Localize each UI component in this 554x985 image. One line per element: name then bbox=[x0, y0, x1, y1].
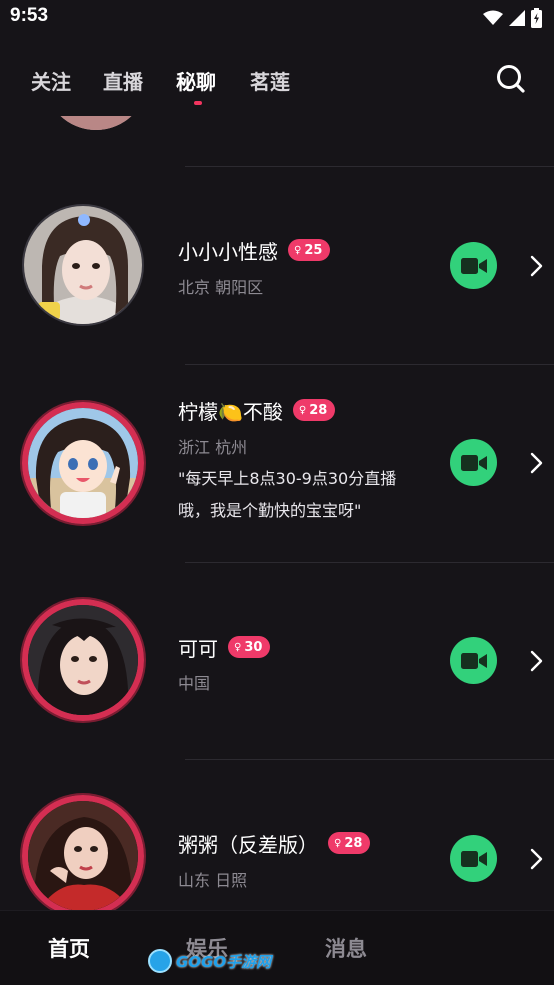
user-name: 粥粥（反差版） bbox=[178, 832, 318, 857]
bottom-tab-home[interactable]: 首页 bbox=[48, 933, 90, 963]
user-location: 中国 bbox=[178, 674, 211, 693]
active-tab-indicator bbox=[194, 101, 202, 105]
tab-follow[interactable]: 关注 bbox=[31, 66, 71, 95]
name-row: 可可 ♀ 30 bbox=[178, 632, 271, 662]
divider bbox=[185, 166, 554, 167]
tab-minglian[interactable]: 茗莲 bbox=[250, 66, 290, 95]
video-camera-icon bbox=[460, 850, 487, 867]
bottom-nav: 首页 娱乐 消息 GOGO手游网 bbox=[0, 910, 554, 985]
female-icon: ♀ bbox=[294, 244, 302, 256]
user-bio: "每天早上8点30-9点30分直播 哦，我是个勤快的宝宝呀" bbox=[178, 463, 428, 527]
bio-line: "每天早上8点30-9点30分直播 bbox=[178, 469, 397, 488]
age-value: 25 bbox=[304, 242, 323, 258]
user-location: 山东 日照 bbox=[178, 871, 248, 890]
avatar-live[interactable] bbox=[22, 599, 144, 721]
video-call-button[interactable] bbox=[450, 242, 497, 289]
list-item-user-2[interactable]: 柠檬🍋不酸 ♀ 28 浙江 杭州 "每天早上8点30-9点30分直播 哦，我是个… bbox=[0, 364, 554, 562]
name-row: 柠檬🍋不酸 ♀ 28 bbox=[178, 395, 336, 425]
avatar-live[interactable] bbox=[22, 795, 144, 917]
video-call-button[interactable] bbox=[450, 637, 497, 684]
age-badge: ♀ 30 bbox=[228, 636, 271, 658]
age-value: 28 bbox=[344, 835, 363, 851]
list-item-user-1[interactable]: 小小小性感 ♀ 25 北京 朝阳区 bbox=[0, 196, 554, 364]
watermark-icon bbox=[148, 949, 172, 973]
video-camera-icon bbox=[460, 652, 487, 669]
user-name: 小小小性感 bbox=[178, 239, 278, 264]
bottom-tab-messages[interactable]: 消息 bbox=[325, 933, 367, 963]
name-row: 小小小性感 ♀ 25 bbox=[178, 235, 331, 265]
chevron-right-icon[interactable] bbox=[526, 451, 546, 475]
age-badge: ♀ 25 bbox=[288, 239, 331, 261]
tab-live[interactable]: 直播 bbox=[103, 66, 143, 95]
chevron-right-icon[interactable] bbox=[526, 649, 546, 673]
chat-user-list: 小小小性感 ♀ 25 北京 朝阳区 柠檬🍋不酸 ♀ 28 浙江 杭州 "每天早上… bbox=[0, 0, 554, 984]
video-camera-icon bbox=[460, 257, 487, 274]
video-call-button[interactable] bbox=[450, 439, 497, 486]
list-item-user-3[interactable]: 可可 ♀ 30 中国 bbox=[0, 562, 554, 758]
age-badge: ♀ 28 bbox=[292, 399, 336, 421]
watermark-text: GOGO手游网 bbox=[176, 952, 272, 971]
user-name: 柠檬🍋不酸 bbox=[178, 399, 283, 424]
video-call-button[interactable] bbox=[450, 835, 497, 882]
age-value: 30 bbox=[244, 639, 263, 655]
list-item-user-4[interactable]: 粥粥（反差版） ♀ 28 山东 日照 bbox=[0, 759, 554, 917]
user-location: 北京 朝阳区 bbox=[178, 278, 264, 297]
tab-private-chat[interactable]: 秘聊 bbox=[176, 66, 216, 95]
female-icon: ♀ bbox=[334, 837, 342, 849]
chevron-right-icon[interactable] bbox=[526, 254, 546, 278]
female-icon: ♀ bbox=[234, 641, 242, 653]
video-camera-icon bbox=[460, 454, 487, 471]
avatar-live[interactable] bbox=[22, 402, 144, 524]
name-row: 粥粥（反差版） ♀ 28 bbox=[178, 828, 371, 858]
watermark-logo: GOGO手游网 bbox=[148, 947, 271, 975]
user-location: 浙江 杭州 bbox=[178, 438, 248, 457]
avatar[interactable] bbox=[22, 204, 144, 326]
chevron-right-icon[interactable] bbox=[526, 847, 546, 871]
search-icon[interactable] bbox=[496, 64, 526, 94]
female-icon: ♀ bbox=[298, 404, 307, 416]
bio-line: 哦，我是个勤快的宝宝呀" bbox=[178, 501, 362, 520]
age-value: 28 bbox=[309, 402, 328, 418]
user-name: 可可 bbox=[178, 636, 218, 661]
age-badge: ♀ 28 bbox=[328, 832, 371, 854]
top-nav: 关注 直播 秘聊 茗莲 bbox=[0, 38, 554, 116]
